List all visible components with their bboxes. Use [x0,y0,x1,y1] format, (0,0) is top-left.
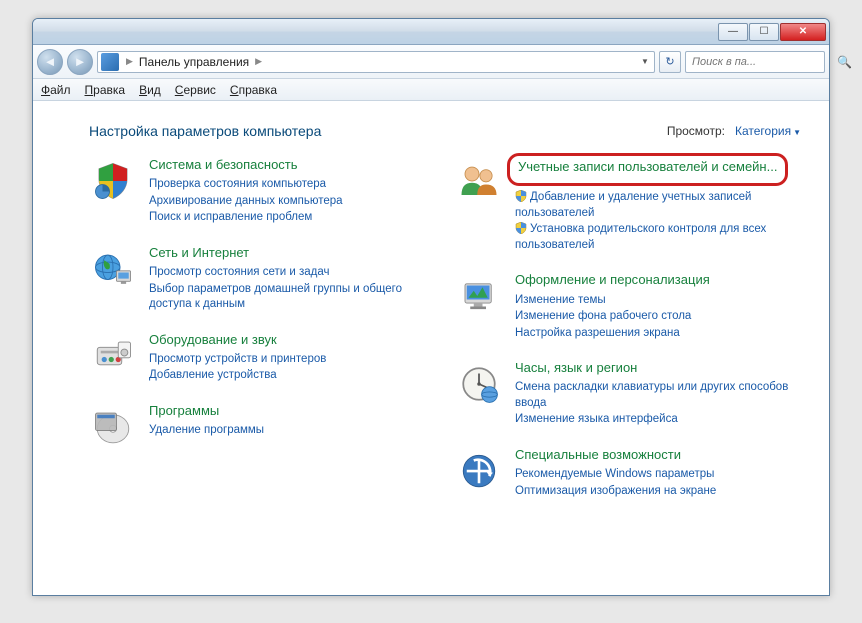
category-ease-of-access: Специальные возможности Рекомендуемые Win… [455,447,801,500]
category-body: Специальные возможности Рекомендуемые Win… [515,447,801,500]
address-dropdown-icon[interactable]: ▼ [636,57,654,66]
menu-help[interactable]: Справка [230,83,277,97]
menu-view[interactable]: Вид [139,83,161,97]
search-box[interactable]: 🔍 [685,51,825,73]
shield-icon [515,222,527,234]
category-sublink[interactable]: Оптимизация изображения на экране [515,484,801,500]
category-programs: Программы Удаление программы [89,403,435,451]
chevron-down-icon: ▼ [793,128,801,137]
view-dropdown[interactable]: Категория▼ [735,124,801,138]
menu-edit[interactable]: Правка [85,83,126,97]
page-title: Настройка параметров компьютера [89,123,321,139]
content-header: Настройка параметров компьютера Просмотр… [89,123,801,139]
category-appearance: Оформление и персонализация Изменение тем… [455,272,801,342]
category-network-internet: Сеть и Интернет Просмотр состояния сети и… [89,245,435,314]
view-selector: Просмотр: Категория▼ [667,124,801,138]
content-area: Настройка параметров компьютера Просмотр… [33,101,829,595]
menubar: Файл Правка Вид Сервис Справка [33,79,829,101]
category-hardware-sound: Оборудование и звук Просмотр устройств и … [89,332,435,385]
category-body: Система и безопасность Проверка состояния… [149,157,435,227]
menu-tools[interactable]: Сервис [175,83,216,97]
category-sublink[interactable]: Настройка разрешения экрана [515,326,801,342]
category-title-link[interactable]: Оформление и персонализация [515,272,801,288]
category-title-link[interactable]: Сеть и Интернет [149,245,435,261]
category-sublink[interactable]: Смена раскладки клавиатуры или других сп… [515,380,801,411]
category-body: Сеть и Интернет Просмотр состояния сети и… [149,245,435,314]
category-sublink[interactable]: Изменение языка интерфейса [515,412,801,428]
category-columns: Система и безопасность Проверка состояния… [89,157,801,518]
highlight-user-accounts: Учетные записи пользователей и семейн... [507,153,788,186]
category-sublink[interactable]: Архивирование данных компьютера [149,194,435,210]
category-sublink[interactable]: Поиск и исправление проблем [149,210,435,226]
control-panel-window: — ☐ ✕ ◄ ► ▶ Панель управления ▶ ▼ ↻ 🔍 Фа… [32,18,830,596]
back-button[interactable]: ◄ [37,49,63,75]
control-panel-icon [101,53,119,71]
system-security-icon [89,157,137,205]
breadcrumb[interactable]: ▶ Панель управления ▶ [122,55,636,69]
close-button[interactable]: ✕ [780,23,826,41]
ease-of-access-icon [455,447,503,495]
category-sublink[interactable]: Проверка состояния компьютера [149,177,435,193]
address-bar[interactable]: ▶ Панель управления ▶ ▼ [97,51,655,73]
breadcrumb-root[interactable]: Панель управления [139,55,249,69]
category-sublink[interactable]: Добавление устройства [149,368,435,384]
category-body: Оборудование и звук Просмотр устройств и … [149,332,435,385]
view-label: Просмотр: [667,124,725,138]
category-body: Учетные записи пользователей и семейн...… [515,157,801,254]
network-internet-icon [89,245,137,293]
category-title-link[interactable]: Часы, язык и регион [515,360,801,376]
column-right: Учетные записи пользователей и семейн...… [455,157,801,518]
clock-lang-region-icon [455,360,503,408]
search-input[interactable] [690,55,837,69]
maximize-button[interactable]: ☐ [749,23,779,41]
navbar: ◄ ► ▶ Панель управления ▶ ▼ ↻ 🔍 [33,45,829,79]
refresh-button[interactable]: ↻ [659,51,681,73]
forward-button[interactable]: ► [67,49,93,75]
breadcrumb-sep-icon: ▶ [255,56,262,67]
category-user-accounts: Учетные записи пользователей и семейн...… [455,157,801,254]
category-title-link[interactable]: Специальные возможности [515,447,801,463]
category-title-link[interactable]: Учетные записи пользователей и семейн... [518,159,777,175]
category-sublink[interactable]: Изменение темы [515,293,801,309]
minimize-button[interactable]: — [718,23,748,41]
category-sublink[interactable]: Удаление программы [149,423,435,439]
shield-icon [515,190,527,202]
titlebar: — ☐ ✕ [33,19,829,45]
category-body: Часы, язык и регион Смена раскладки клави… [515,360,801,429]
column-left: Система и безопасность Проверка состояния… [89,157,435,518]
category-sublink[interactable]: Добавление и удаление учетных записей по… [515,190,801,221]
category-body: Оформление и персонализация Изменение тем… [515,272,801,342]
category-body: Программы Удаление программы [149,403,435,451]
category-system-security: Система и безопасность Проверка состояния… [89,157,435,227]
user-accounts-icon [455,157,503,205]
category-title-link[interactable]: Система и безопасность [149,157,435,173]
category-clock-lang-region: Часы, язык и регион Смена раскладки клави… [455,360,801,429]
category-title-link[interactable]: Оборудование и звук [149,332,435,348]
category-sublink[interactable]: Просмотр состояния сети и задач [149,265,435,281]
category-sublink[interactable]: Рекомендуемые Windows параметры [515,467,801,483]
category-sublink[interactable]: Выбор параметров домашней группы и общег… [149,282,435,313]
hardware-sound-icon [89,332,137,380]
category-sublink[interactable]: Изменение фона рабочего стола [515,309,801,325]
programs-icon [89,403,137,451]
breadcrumb-sep-icon: ▶ [126,56,133,67]
appearance-icon [455,272,503,320]
category-title-link[interactable]: Программы [149,403,435,419]
category-sublink[interactable]: Просмотр устройств и принтеров [149,352,435,368]
category-sublink[interactable]: Установка родительского контроля для все… [515,222,801,253]
menu-file[interactable]: Файл [41,83,71,97]
search-icon: 🔍 [837,55,852,69]
